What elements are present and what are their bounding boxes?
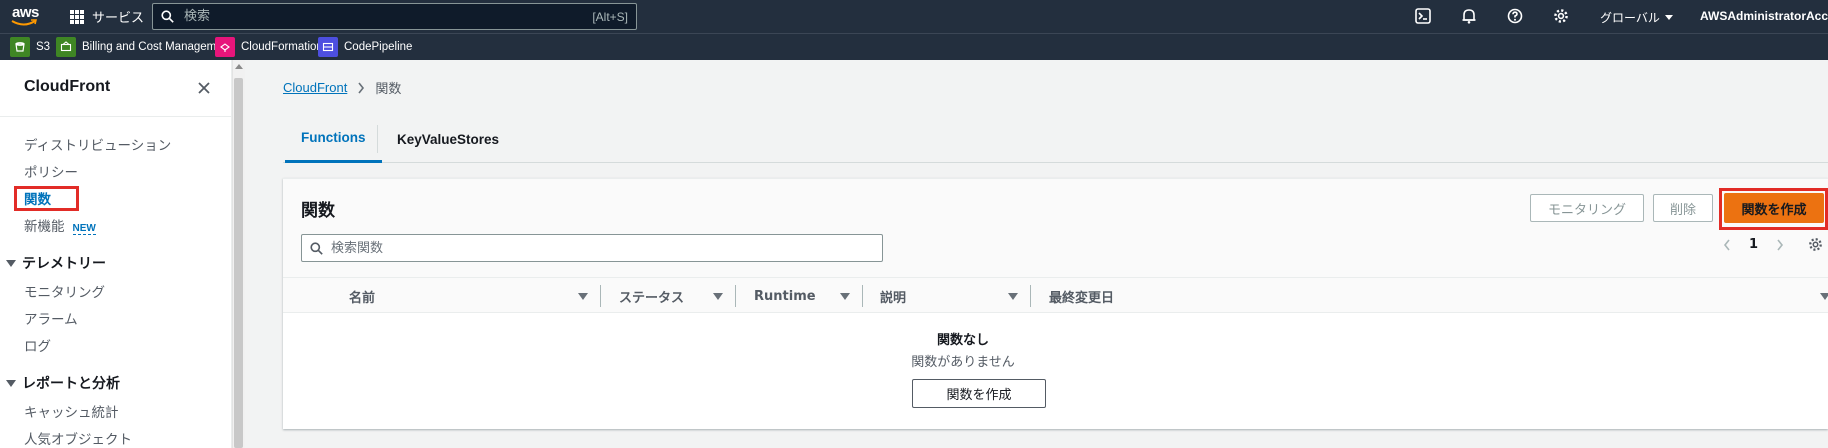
sidebar-section-title: テレメトリー bbox=[22, 256, 106, 272]
breadcrumb-root-link[interactable]: CloudFront bbox=[283, 80, 347, 95]
sidebar-item-distributions[interactable]: ディストリビューション bbox=[24, 134, 171, 154]
pagination: 1 bbox=[1723, 237, 1823, 252]
caret-down-icon bbox=[6, 259, 16, 267]
favorites-bar: S3 Billing and Cost Management CloudForm… bbox=[0, 33, 1828, 60]
favorite-label: CodePipeline bbox=[344, 41, 413, 53]
delete-button[interactable]: 削除 bbox=[1653, 194, 1713, 222]
column-header-last-modified[interactable]: 最終変更日 bbox=[1049, 278, 1114, 314]
favorite-cloudformation[interactable]: CloudFormation bbox=[215, 37, 323, 57]
billing-icon bbox=[56, 37, 76, 57]
sort-icon[interactable] bbox=[840, 293, 850, 300]
new-badge: NEW bbox=[72, 223, 96, 235]
sort-icon[interactable] bbox=[713, 293, 723, 300]
notifications-button[interactable] bbox=[1459, 6, 1479, 26]
column-header-status[interactable]: ステータス bbox=[619, 278, 684, 314]
sidebar-item-logs[interactable]: ログ bbox=[24, 335, 51, 355]
cloudshell-button[interactable] bbox=[1413, 6, 1433, 26]
sidebar-item-alarms[interactable]: アラーム bbox=[24, 308, 78, 328]
sidebar-section-reports[interactable]: レポートと分析 bbox=[6, 373, 120, 393]
panel-title: 関数 bbox=[301, 201, 335, 221]
column-header-name[interactable]: 名前 bbox=[349, 278, 375, 314]
chevron-right-icon bbox=[358, 82, 365, 93]
cloudformation-icon bbox=[215, 37, 235, 57]
sidebar-section-telemetry[interactable]: テレメトリー bbox=[6, 253, 106, 273]
sort-icon[interactable] bbox=[1820, 293, 1828, 300]
sidebar: CloudFront ディストリビューション ポリシー 関数 新機能 NEW テレ… bbox=[0, 60, 232, 448]
favorite-billing[interactable]: Billing and Cost Management bbox=[56, 37, 232, 57]
sidebar-item-cache-statistics[interactable]: キャッシュ統計 bbox=[24, 401, 119, 421]
monitoring-button[interactable]: モニタリング bbox=[1530, 194, 1644, 222]
favorite-codepipeline[interactable]: CodePipeline bbox=[318, 37, 412, 57]
chevron-down-icon bbox=[1664, 15, 1673, 20]
breadcrumb: CloudFront 関数 bbox=[283, 78, 401, 97]
settings-button[interactable] bbox=[1551, 6, 1571, 26]
column-header-runtime[interactable]: Runtime bbox=[754, 278, 816, 314]
sidebar-item-whats-new[interactable]: 新機能 NEW bbox=[24, 215, 96, 235]
services-label: サービス bbox=[92, 11, 145, 26]
sidebar-scroll-thumb[interactable] bbox=[234, 78, 243, 448]
search-shortcut: [Alt+S] bbox=[592, 9, 628, 24]
search-icon bbox=[161, 10, 174, 23]
tab-bar: Functions KeyValueStores bbox=[283, 115, 1828, 163]
column-separator[interactable] bbox=[735, 285, 736, 307]
favorite-label: S3 bbox=[36, 41, 51, 53]
sidebar-item-label: 新機能 bbox=[24, 219, 65, 235]
grid-icon bbox=[70, 9, 84, 24]
scroll-up-arrow[interactable] bbox=[235, 64, 243, 69]
functions-panel: 関数 モニタリング 削除 関数を作成 1 名前 ステータス Runtime 説明… bbox=[283, 178, 1828, 429]
favorite-label: CloudFormation bbox=[241, 41, 323, 53]
close-icon bbox=[198, 82, 210, 94]
help-button[interactable] bbox=[1505, 6, 1525, 26]
column-separator[interactable] bbox=[600, 285, 601, 307]
sidebar-item-popular-objects[interactable]: 人気オブジェクト bbox=[24, 428, 132, 448]
search-icon bbox=[310, 241, 323, 255]
region-label: グローバル bbox=[1600, 11, 1660, 25]
aws-smile-icon bbox=[11, 19, 37, 26]
aws-logo[interactable]: aws bbox=[10, 4, 40, 28]
functions-search-input[interactable] bbox=[323, 239, 874, 257]
caret-down-icon bbox=[6, 379, 16, 387]
global-search[interactable]: [Alt+S] bbox=[152, 3, 637, 30]
account-menu[interactable]: AWSAdministratorAccess/ bbox=[1700, 9, 1828, 23]
create-function-highlight-box bbox=[1719, 188, 1828, 230]
help-icon bbox=[1507, 8, 1523, 24]
sort-icon[interactable] bbox=[578, 293, 588, 300]
global-search-input[interactable] bbox=[174, 8, 593, 25]
region-selector[interactable]: グローバル bbox=[1600, 9, 1673, 26]
tab-separator bbox=[377, 125, 378, 153]
functions-highlight-box bbox=[14, 186, 79, 211]
gear-icon[interactable] bbox=[1808, 237, 1823, 252]
sidebar-close-button[interactable] bbox=[194, 78, 214, 98]
bell-icon bbox=[1462, 9, 1476, 24]
top-navigation: aws サービス [Alt+S] bbox=[0, 0, 1828, 33]
gear-icon bbox=[1554, 9, 1568, 23]
sidebar-title: CloudFront bbox=[24, 78, 111, 95]
chevron-left-icon[interactable] bbox=[1723, 239, 1731, 251]
column-separator[interactable] bbox=[862, 285, 863, 307]
sidebar-item-monitoring[interactable]: モニタリング bbox=[24, 281, 105, 301]
chevron-right-icon[interactable] bbox=[1776, 239, 1784, 251]
s3-icon bbox=[10, 37, 30, 57]
table-header: 名前 ステータス Runtime 説明 最終変更日 bbox=[283, 277, 1828, 313]
terminal-icon bbox=[1415, 8, 1431, 24]
functions-search[interactable] bbox=[301, 234, 883, 262]
favorite-s3[interactable]: S3 bbox=[10, 37, 50, 57]
empty-state-title: 関数なし bbox=[936, 333, 989, 348]
favorite-label: Billing and Cost Management bbox=[82, 41, 233, 53]
empty-create-function-button[interactable]: 関数を作成 bbox=[912, 379, 1046, 408]
tab-functions[interactable]: Functions bbox=[285, 115, 382, 163]
empty-state-description: 関数がありません bbox=[911, 355, 1015, 370]
breadcrumb-current: 関数 bbox=[375, 82, 402, 97]
column-header-description[interactable]: 説明 bbox=[880, 278, 906, 314]
sidebar-section-title: レポートと分析 bbox=[22, 376, 120, 392]
services-menu-button[interactable]: サービス bbox=[70, 6, 144, 27]
tab-keyvaluestores[interactable]: KeyValueStores bbox=[397, 115, 499, 163]
sort-icon[interactable] bbox=[1008, 293, 1018, 300]
column-separator[interactable] bbox=[1030, 285, 1031, 307]
page-number[interactable]: 1 bbox=[1749, 237, 1758, 252]
sidebar-item-policies[interactable]: ポリシー bbox=[24, 161, 78, 181]
sidebar-divider bbox=[0, 116, 232, 117]
codepipeline-icon bbox=[318, 37, 338, 57]
